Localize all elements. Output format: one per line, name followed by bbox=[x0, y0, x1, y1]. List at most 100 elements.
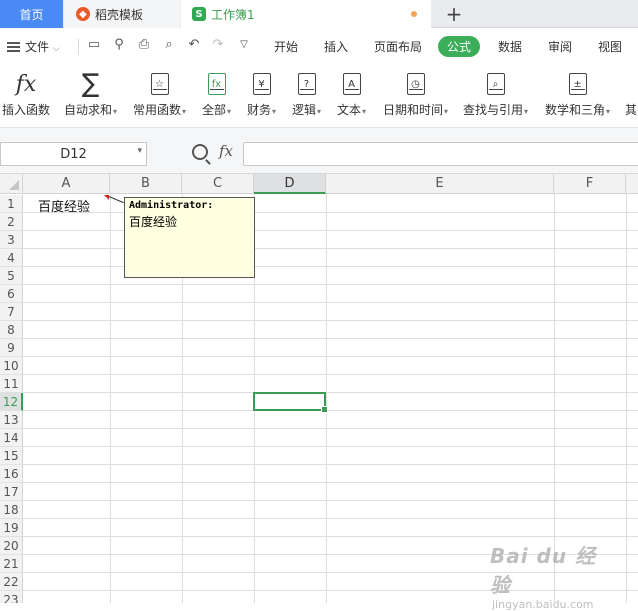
comment-author: Administrator: bbox=[129, 200, 214, 211]
menu-insert[interactable]: 插入 bbox=[324, 38, 348, 55]
column-header-e[interactable]: E bbox=[326, 174, 554, 194]
unsaved-dot-icon bbox=[411, 11, 417, 17]
format-painter-icon[interactable]: ⚲ bbox=[111, 37, 127, 53]
autosum-button[interactable]: ∑ 自动求和▾ bbox=[64, 68, 117, 118]
baidu-jingyan-watermark: Bai du 经验 jingyan.baidu.com bbox=[490, 540, 610, 611]
fx-icon[interactable]: fx bbox=[219, 142, 233, 160]
print-icon[interactable]: ⎙ bbox=[136, 37, 152, 53]
menu-review[interactable]: 审阅 bbox=[548, 38, 572, 55]
save-icon[interactable]: ▭ bbox=[86, 37, 102, 53]
grid-line bbox=[23, 518, 638, 519]
new-tab-plus-icon[interactable]: + bbox=[444, 2, 464, 26]
row-header[interactable]: 1 bbox=[0, 195, 23, 213]
formula-input[interactable] bbox=[243, 142, 638, 166]
chevron-down-icon[interactable]: ▾ bbox=[137, 146, 142, 156]
row-header[interactable]: 9 bbox=[0, 339, 23, 357]
common-functions-label: 常用函数 bbox=[133, 103, 182, 117]
hamburger-menu-icon[interactable] bbox=[7, 42, 20, 52]
grid-line bbox=[626, 194, 627, 603]
redo-icon[interactable]: ↷ bbox=[210, 37, 226, 53]
financial-button[interactable]: ¥ 财务▾ bbox=[247, 68, 276, 118]
row-header[interactable]: 4 bbox=[0, 249, 23, 267]
cell-a1[interactable]: 百度经验 bbox=[38, 196, 90, 215]
row-header[interactable]: 7 bbox=[0, 303, 23, 321]
row-header[interactable]: 10 bbox=[0, 357, 23, 375]
grid-line bbox=[110, 194, 111, 603]
autosum-label: 自动求和 bbox=[64, 103, 113, 117]
name-box[interactable]: D12 ▾ bbox=[0, 142, 147, 166]
grid-line bbox=[23, 284, 638, 285]
row-header[interactable]: 23 bbox=[0, 591, 23, 603]
select-all-corner[interactable] bbox=[0, 174, 23, 194]
menu-bar: 文件 ⌵ ▭ ⚲ ⎙ ⌕ ↶ ↷ ▽ 开始 插入 页面布局 公式 数据 审阅 视… bbox=[0, 29, 638, 65]
tab-home[interactable]: 首页 bbox=[0, 0, 63, 28]
column-header-d[interactable]: D bbox=[254, 174, 326, 194]
row-header[interactable]: 17 bbox=[0, 483, 23, 501]
menu-formulas[interactable]: 公式 bbox=[438, 36, 481, 57]
row-header[interactable]: 6 bbox=[0, 285, 23, 303]
column-header-a[interactable]: A bbox=[23, 174, 110, 194]
grid-line bbox=[23, 230, 638, 231]
row-header[interactable]: 21 bbox=[0, 555, 23, 573]
docer-logo-icon: ◆ bbox=[76, 7, 90, 21]
row-header[interactable]: 14 bbox=[0, 429, 23, 447]
column-header-b[interactable]: B bbox=[110, 174, 182, 194]
tab-docer-label: 稻壳模板 bbox=[95, 7, 144, 22]
file-menu[interactable]: 文件 ⌵ bbox=[25, 38, 60, 55]
row-header[interactable]: 12 bbox=[0, 393, 23, 411]
all-functions-button[interactable]: fx 全部▾ bbox=[202, 68, 231, 118]
row-header[interactable]: 18 bbox=[0, 501, 23, 519]
lookup-reference-button[interactable]: ⌕ 查找与引用▾ bbox=[463, 68, 528, 118]
row-header[interactable]: 5 bbox=[0, 267, 23, 285]
grid-line bbox=[23, 392, 638, 393]
row-header[interactable]: 15 bbox=[0, 447, 23, 465]
fx-book-icon: fx bbox=[207, 73, 226, 95]
row-header[interactable]: 20 bbox=[0, 537, 23, 555]
common-functions-button[interactable]: ☆ 常用函数▾ bbox=[133, 68, 186, 118]
undo-icon[interactable]: ↶ bbox=[186, 37, 202, 53]
grid-line bbox=[23, 482, 638, 483]
chevron-down-icon: ▾ bbox=[182, 107, 187, 116]
date-time-button[interactable]: ◷ 日期和时间▾ bbox=[383, 68, 448, 118]
file-menu-label: 文件 bbox=[25, 40, 50, 54]
active-cell-d12[interactable] bbox=[253, 392, 328, 413]
menu-page-layout[interactable]: 页面布局 bbox=[374, 38, 422, 55]
more-functions-button[interactable]: 其 bbox=[625, 68, 637, 118]
insert-function-label: 插入函数 bbox=[2, 103, 51, 117]
star-function-book-icon: ☆ bbox=[150, 73, 169, 95]
separator bbox=[78, 39, 79, 55]
cell-comment-box[interactable]: Administrator: 百度经验 bbox=[124, 197, 255, 278]
spreadsheet-grid[interactable]: A B C D E F 1 2 3 4 5 6 7 8 9 10 11 12 13 14 15 16 17 18 1… bbox=[0, 174, 638, 603]
lookup-reference-label: 查找与引用 bbox=[463, 103, 524, 117]
tab-workbook[interactable]: S 工作簿1 bbox=[181, 0, 431, 28]
text-functions-button[interactable]: A 文本▾ bbox=[337, 68, 366, 118]
grid-line bbox=[23, 428, 638, 429]
logical-button[interactable]: ? 逻辑▾ bbox=[292, 68, 321, 118]
column-header-c[interactable]: C bbox=[182, 174, 254, 194]
chevron-down-icon: ⌵ bbox=[52, 44, 60, 54]
name-box-value: D12 bbox=[60, 146, 87, 162]
row-header[interactable]: 16 bbox=[0, 465, 23, 483]
menu-data[interactable]: 数据 bbox=[498, 38, 522, 55]
row-header[interactable]: 2 bbox=[0, 213, 23, 231]
menu-view[interactable]: 视图 bbox=[598, 38, 622, 55]
column-header-f[interactable]: F bbox=[554, 174, 626, 194]
row-header[interactable]: 11 bbox=[0, 375, 23, 393]
grid-line bbox=[23, 266, 638, 267]
print-preview-icon[interactable]: ⌕ bbox=[161, 37, 177, 53]
tab-bar: 首页 ◆ 稻壳模板 S 工作簿1 + bbox=[0, 0, 638, 28]
math-trig-button[interactable]: ± 数学和三角▾ bbox=[545, 68, 610, 118]
menu-start[interactable]: 开始 bbox=[274, 38, 298, 55]
row-header[interactable]: 8 bbox=[0, 321, 23, 339]
column-header-overflow bbox=[626, 174, 638, 194]
sigma-icon: ∑ bbox=[81, 69, 100, 99]
tab-docer-templates[interactable]: ◆ 稻壳模板 bbox=[64, 0, 180, 28]
row-header[interactable]: 22 bbox=[0, 573, 23, 591]
row-header[interactable]: 13 bbox=[0, 411, 23, 429]
zoom-magnifier-icon[interactable] bbox=[192, 144, 208, 160]
row-header[interactable]: 3 bbox=[0, 231, 23, 249]
grid-line bbox=[23, 374, 638, 375]
insert-function-button[interactable]: fx 插入函数 bbox=[2, 68, 50, 118]
customize-dropdown-icon[interactable]: ▽ bbox=[236, 37, 252, 53]
row-header[interactable]: 19 bbox=[0, 519, 23, 537]
